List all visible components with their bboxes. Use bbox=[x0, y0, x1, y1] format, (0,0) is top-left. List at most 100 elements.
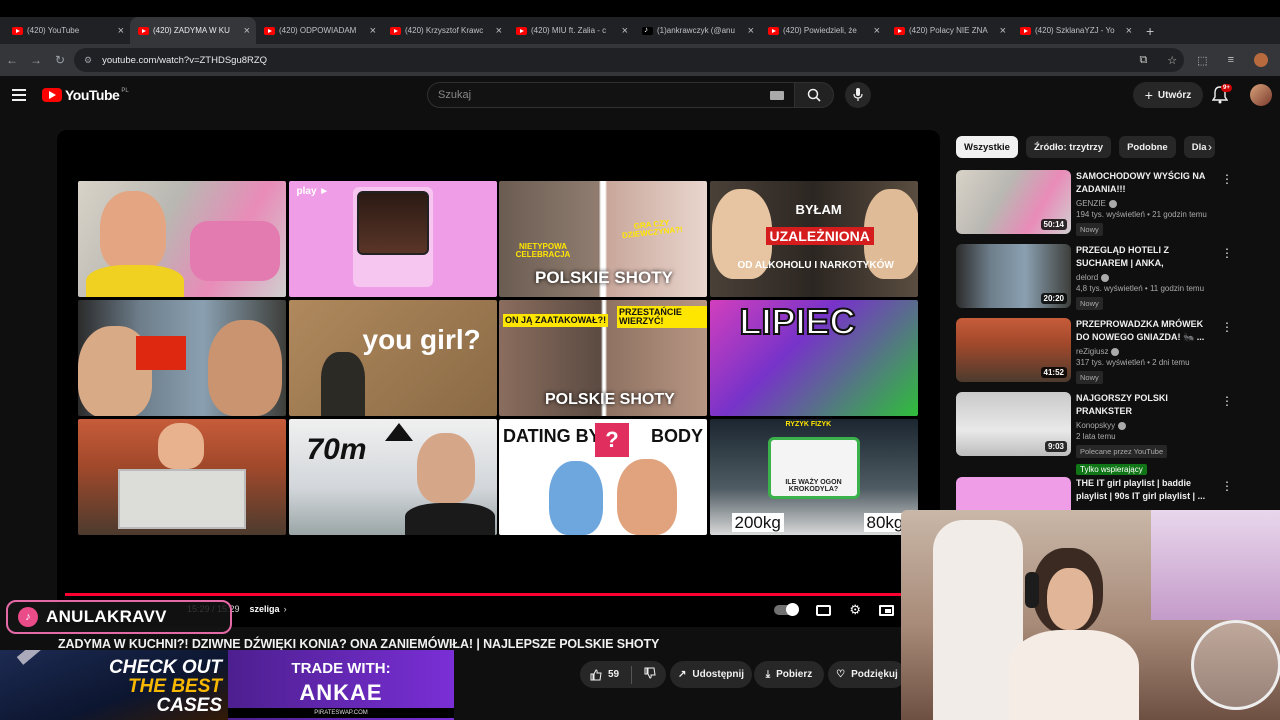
filter-chip[interactable]: Wszystkie bbox=[956, 136, 1018, 158]
autoplay-toggle[interactable] bbox=[774, 603, 800, 616]
recommended-video[interactable]: 9:03 NAJGORSZY POLSKI PRANKSTER Konopskyy 2… bbox=[956, 392, 1266, 475]
filter-chip[interactable]: Źródło: trzytrzy bbox=[1025, 136, 1112, 158]
close-tab-icon[interactable]: × bbox=[244, 25, 250, 37]
extensions-icon[interactable]: ⬚ bbox=[1197, 54, 1207, 67]
filter-chip[interactable]: Podobne bbox=[1119, 136, 1176, 158]
video-thumbnail[interactable]: 50:14 bbox=[956, 170, 1071, 234]
voice-search-button[interactable] bbox=[845, 82, 871, 108]
channel-name[interactable]: delord bbox=[1076, 273, 1098, 282]
video-title[interactable]: NAJGORSZY POLSKI PRANKSTER bbox=[1076, 392, 1216, 418]
status-badge: Nowy bbox=[1076, 297, 1103, 310]
channel-row: Konopskyy bbox=[1076, 421, 1216, 430]
address-bar[interactable]: ⚙ youtube.com/watch?v=ZTHDSgu8RZQ bbox=[74, 48, 1184, 72]
youtube-logo[interactable]: YouTube PL bbox=[42, 87, 129, 103]
browser-tab[interactable]: (420) ODPOWIADAM × bbox=[256, 17, 382, 44]
end-screen-tile[interactable] bbox=[78, 419, 286, 535]
tab-title: (420) SzklanaYZJ - Yo bbox=[1035, 26, 1115, 35]
dislike-button[interactable] bbox=[644, 667, 656, 682]
create-button[interactable]: + Utwórz bbox=[1133, 82, 1203, 108]
notifications-button[interactable]: 9+ bbox=[1211, 84, 1232, 106]
video-thumbnail[interactable]: 20:20 bbox=[956, 244, 1071, 308]
browser-tab[interactable]: (420) Polacy NIE ZNA × bbox=[886, 17, 1012, 44]
chevron-right-icon[interactable]: › bbox=[1208, 140, 1212, 154]
end-screen-tile[interactable]: BYŁAM UZALEŻNIONA OD ALKOHOLU I NARKOTYK… bbox=[709, 181, 918, 297]
close-tab-icon[interactable]: × bbox=[118, 25, 124, 37]
video-info: PRZEGLĄD HOTELI Z SUCHAREM | ANKA, CINKR… bbox=[1076, 244, 1216, 311]
more-options-icon[interactable]: ⋮ bbox=[1221, 172, 1233, 186]
keyboard-icon[interactable] bbox=[770, 90, 784, 100]
close-tab-icon[interactable]: × bbox=[748, 25, 754, 37]
media-icon[interactable]: ≡ bbox=[1228, 54, 1234, 66]
end-screen-tile[interactable]: play ► bbox=[288, 181, 497, 297]
more-options-icon[interactable]: ⋮ bbox=[1221, 479, 1233, 493]
browser-tab[interactable]: (420) Krzysztof Krawc × bbox=[382, 17, 508, 44]
channel-row: GENZIE bbox=[1076, 199, 1216, 208]
recommended-video[interactable]: 41:52 PRZEPROWADZKA MRÓWEK DO NOWEGO GNIA… bbox=[956, 318, 1266, 384]
chapter-label[interactable]: szeliga bbox=[250, 604, 280, 614]
video-title[interactable]: PRZEGLĄD HOTELI Z SUCHAREM | ANKA, CINKR… bbox=[1076, 244, 1216, 270]
channel-name[interactable]: GENZIE bbox=[1076, 199, 1106, 208]
like-button[interactable]: 59 bbox=[590, 668, 620, 681]
channel-name[interactable]: reZigiusz bbox=[1076, 347, 1108, 356]
progress-bar[interactable] bbox=[65, 591, 934, 598]
settings-gear-icon[interactable]: ⚙ bbox=[849, 602, 861, 618]
end-screen-tile[interactable]: ON JĄ ZAATAKOWAŁ?! PRZESTAŃCIE WIERZYĆ! … bbox=[499, 300, 707, 416]
browser-tab[interactable]: (420) SzklanaYZJ - Yo × bbox=[1012, 17, 1138, 44]
person-thumbnail bbox=[208, 320, 282, 416]
recommended-video[interactable]: 50:14 SAMOCHODOWY WYŚCIG NA ZADANIA!!! GEN… bbox=[956, 170, 1266, 236]
browser-tab[interactable]: (420) Powiedzieli, że × bbox=[760, 17, 886, 44]
more-options-icon[interactable]: ⋮ bbox=[1221, 320, 1233, 334]
close-tab-icon[interactable]: × bbox=[1000, 25, 1006, 37]
download-button[interactable]: ⤓ Pobierz bbox=[754, 661, 824, 688]
end-screen-tile[interactable]: DATING BY BODY ? bbox=[499, 419, 707, 535]
site-info-icon[interactable]: ⚙ bbox=[84, 55, 92, 66]
close-tab-icon[interactable]: × bbox=[622, 25, 628, 37]
close-tab-icon[interactable]: × bbox=[370, 25, 376, 37]
end-screen-tile[interactable]: LIPIEC bbox=[709, 300, 918, 416]
chapter-chevron-icon[interactable]: › bbox=[284, 604, 287, 614]
video-player[interactable]: play ► NIETYPOWA CELEBRACJA GRA CZY DZIE… bbox=[57, 130, 940, 627]
end-screen-tile[interactable]: NIETYPOWA CELEBRACJA GRA CZY DZIEWCZYNA?… bbox=[499, 181, 707, 297]
back-icon[interactable]: ← bbox=[0, 53, 24, 67]
miniplayer-icon[interactable] bbox=[879, 604, 894, 616]
reload-icon[interactable]: ↻ bbox=[48, 53, 72, 67]
video-thumbnail[interactable]: 41:52 bbox=[956, 318, 1071, 382]
channel-name[interactable]: Konopskyy bbox=[1076, 421, 1115, 430]
browser-tab[interactable]: (420) ZADYMA W KU × bbox=[130, 17, 256, 44]
filter-chips: Wszystkie Źródło: trzytrzy Podobne Dla bbox=[956, 136, 1215, 158]
recommended-video[interactable]: THE IT girl playlist | baddie playlist |… bbox=[956, 477, 1266, 510]
video-title[interactable]: THE IT girl playlist | baddie playlist |… bbox=[1076, 477, 1216, 503]
recommended-video[interactable]: 20:20 PRZEGLĄD HOTELI Z SUCHAREM | ANKA, … bbox=[956, 244, 1266, 310]
like-count: 59 bbox=[607, 669, 620, 680]
tile-text: RYZYK FIZYK bbox=[785, 421, 832, 428]
video-title[interactable]: SAMOCHODOWY WYŚCIG NA ZADANIA!!! bbox=[1076, 170, 1216, 196]
close-tab-icon[interactable]: × bbox=[1126, 25, 1132, 37]
share-button[interactable]: ↗ Udostępnij bbox=[670, 661, 752, 688]
browser-tab[interactable]: (420) MIU ft. Zalia - c × bbox=[508, 17, 634, 44]
end-screen-tile[interactable] bbox=[78, 181, 286, 297]
close-tab-icon[interactable]: × bbox=[874, 25, 880, 37]
browser-tab[interactable]: (1)ankrawczyk (@anu × bbox=[634, 17, 760, 44]
end-screen-tile[interactable] bbox=[78, 300, 286, 416]
close-tab-icon[interactable]: × bbox=[496, 25, 502, 37]
search-button[interactable] bbox=[794, 82, 834, 108]
bookmark-star-icon[interactable]: ☆ bbox=[1167, 54, 1177, 67]
more-options-icon[interactable]: ⋮ bbox=[1221, 394, 1233, 408]
video-thumbnail[interactable] bbox=[956, 477, 1071, 510]
video-thumbnail[interactable]: 9:03 bbox=[956, 392, 1071, 456]
account-avatar[interactable] bbox=[1250, 84, 1272, 106]
new-tab-icon[interactable]: + bbox=[1146, 23, 1154, 39]
end-screen-tile[interactable]: 70m bbox=[288, 419, 497, 535]
more-options-icon[interactable]: ⋮ bbox=[1221, 246, 1233, 260]
forward-icon[interactable]: → bbox=[24, 53, 48, 67]
subtitles-icon[interactable] bbox=[816, 604, 832, 616]
menu-icon[interactable] bbox=[12, 89, 26, 104]
end-screen-tile[interactable]: RYZYK FIZYK ILE WAŻY OGON KROKODYLA? 200… bbox=[709, 419, 918, 535]
end-screen-tile[interactable]: you girl? bbox=[288, 300, 497, 416]
browser-tab[interactable]: (420) YouTube × bbox=[4, 17, 130, 44]
install-icon[interactable]: ⧉ bbox=[1139, 54, 1147, 67]
thanks-button[interactable]: ♡ Podziękuj bbox=[828, 661, 906, 688]
video-title[interactable]: PRZEPROWADZKA MRÓWEK DO NOWEGO GNIAZDA! … bbox=[1076, 318, 1216, 344]
profile-avatar[interactable] bbox=[1254, 53, 1268, 67]
search-input[interactable]: Szukaj bbox=[427, 82, 795, 108]
